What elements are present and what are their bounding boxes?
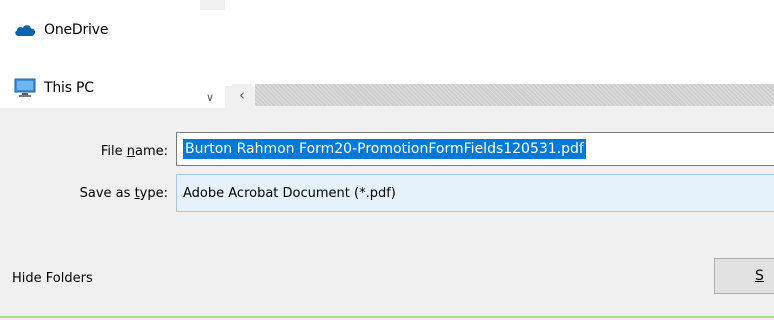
onedrive-cloud-icon <box>14 23 36 37</box>
file-list-pane <box>225 0 774 86</box>
filename-selected-text: Burton Rahmon Form20-PromotionFormFields… <box>183 139 586 159</box>
hide-folders-button[interactable]: Hide Folders <box>12 271 93 286</box>
save-button[interactable]: S <box>714 258 774 294</box>
save-button-label: S <box>755 268 764 284</box>
filename-label: File name: <box>100 144 168 159</box>
nav-item-label: This PC <box>44 80 94 96</box>
nav-item-label: OneDrive <box>44 22 109 38</box>
this-pc-monitor-icon <box>14 78 36 98</box>
chevron-left-icon[interactable]: ‹ <box>232 84 252 106</box>
save-as-dialog: OneDrive This PC ∨ ‹ File name: Burton R… <box>0 0 774 320</box>
horizontal-scrollbar[interactable] <box>255 84 774 106</box>
nav-item-onedrive[interactable]: OneDrive <box>14 18 108 42</box>
filename-input[interactable]: Burton Rahmon Form20-PromotionFormFields… <box>176 132 774 166</box>
navigation-pane: OneDrive This PC <box>0 0 200 108</box>
form-area: File name: Burton Rahmon Form20-Promotio… <box>0 108 774 320</box>
savetype-label: Save as type: <box>79 186 168 201</box>
savetype-selected-value: Adobe Acrobat Document (*.pdf) <box>183 185 396 201</box>
nav-item-this-pc[interactable]: This PC <box>14 76 94 100</box>
savetype-select[interactable]: Adobe Acrobat Document (*.pdf) <box>176 174 774 212</box>
chevron-down-icon[interactable]: ∨ <box>203 90 217 104</box>
bottom-accent-line <box>0 316 774 318</box>
